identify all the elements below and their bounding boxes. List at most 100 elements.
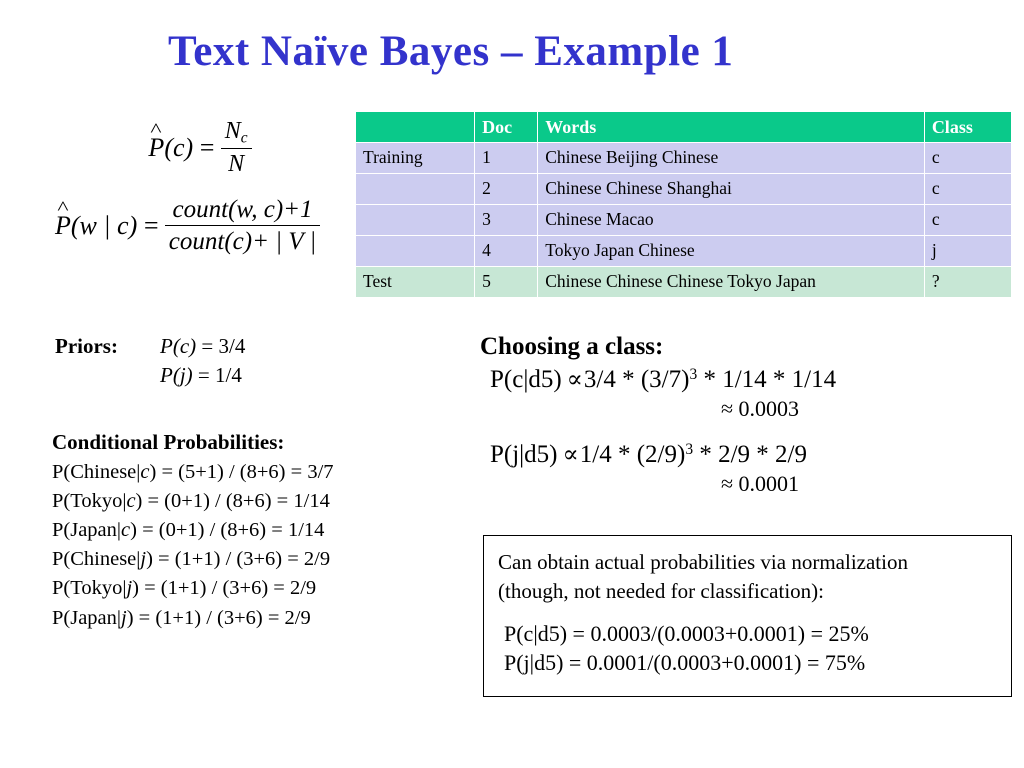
choose-eq-j-approx: ≈ 0.0001 (720, 471, 800, 496)
priors-block: Priors: P(c) = 3/4 P(j) = 1/4 (55, 334, 385, 388)
table-cell-doc: 3 (474, 204, 539, 237)
table-row: Training 1 Chinese Beijing Chinese c (354, 142, 1013, 175)
cond-line-tail: ) = (1+1) / (3+6) = 2/9 (132, 577, 317, 600)
normalization-equation-j: P(j|d5) = 0.0001/(0.0003+0.0001) = 75% (504, 649, 866, 675)
table-cell-label (354, 204, 476, 237)
prior-value-j: P(j) = 1/4 (160, 363, 242, 387)
cond-line-head: P(Japan| (52, 606, 122, 629)
choose-equation-c-line: P(c|d5) ∝3/4 * (3/7)3 * 1/14 * 1/14 (480, 365, 1000, 394)
conditional-probability-line: P(Tokyo|c) = (0+1) / (8+6) = 1/14 (52, 487, 452, 516)
cond-line-tail: ) = (1+1) / (3+6) = 2/9 (126, 606, 311, 629)
table-row: 2 Chinese Chinese Shanghai c (354, 173, 1013, 206)
choose-eq-c-part-b: * 1/14 * 1/14 (697, 366, 837, 393)
table-cell-label: Training (354, 142, 476, 175)
conditional-formula-lhs: P(w | c) (55, 211, 137, 241)
table-head: Doc Words Class (354, 110, 1013, 144)
normalization-box: Can obtain actual probabilities via norm… (483, 535, 1012, 697)
table-cell-doc: 2 (474, 173, 539, 206)
table-body: Training 1 Chinese Beijing Chinese c 2 Chines… (354, 142, 1013, 299)
conditional-probabilities-block: Conditional Probabilities: P(Chinese|c) … (52, 430, 452, 633)
table-row: 3 Chinese Macao c (354, 204, 1013, 237)
p-hat-symbol-2: P (55, 211, 71, 241)
conditional-fraction: count(w, c)+1 count(c)+ | V | (164, 196, 321, 256)
conditional-formula-arg: (w | c) (70, 211, 138, 241)
p-hat-symbol: P (148, 133, 164, 163)
choose-eq-c-lhs: P(c|d5) (490, 366, 562, 393)
conditional-probability-line: P(Tokyo|j) = (1+1) / (3+6) = 2/9 (52, 574, 452, 603)
prior-numerator: Nc (224, 118, 248, 147)
prior-formula: P(c) = Nc N (55, 118, 345, 178)
table-cell-label (354, 235, 476, 268)
conditional-probability-line: P(Chinese|j) = (1+1) / (3+6) = 2/9 (52, 545, 452, 574)
prior-numerator-subscript: c (240, 129, 248, 147)
cond-line-tail: ) = (5+1) / (8+6) = 3/7 (149, 461, 334, 483)
prior-denominator: N (220, 148, 252, 178)
prior-formula-lhs: P(c) (148, 133, 193, 163)
cond-line-head: P(Tokyo| (52, 490, 127, 513)
normalization-text-line-2: (though, not needed for classification): (498, 578, 824, 603)
cond-line-class-symbol: c (126, 490, 136, 513)
table-header-row: Doc Words Class (354, 110, 1013, 144)
page-title: Text Naïve Bayes – Example 1 (168, 28, 734, 75)
table-cell-label (354, 173, 476, 206)
table-cell-class: ? (923, 266, 1013, 299)
table-cell-class: c (923, 173, 1013, 206)
table-header-doc: Doc (474, 110, 539, 144)
choose-eq-j-exponent: 3 (685, 440, 694, 458)
table-cell-words: Chinese Chinese Shanghai (537, 173, 925, 206)
prior-value-c: P(c) = 3/4 (160, 334, 246, 358)
conditional-probabilities-heading: Conditional Probabilities: (52, 430, 285, 454)
conditional-probability-line: P(Japan|j) = (1+1) / (3+6) = 2/9 (52, 604, 452, 633)
choose-eq-j-part-a: 1/4 * (2/9) (579, 441, 686, 468)
cond-line-class-symbol: c (121, 519, 131, 542)
table-cell-words: Chinese Chinese Chinese Tokyo Japan (537, 266, 925, 299)
conditional-formula: P(w | c) = count(w, c)+1 count(c)+ | V | (55, 196, 345, 256)
normalization-text-line-1: Can obtain actual probabilities via norm… (498, 550, 908, 574)
formula-block: P(c) = Nc N P(w | c) = count(w, c)+1 cou… (55, 118, 345, 256)
prior-line-j: P(j) = 1/4 (55, 363, 385, 388)
choose-eq-c-part-a: 3/4 * (3/7) (583, 366, 690, 393)
choose-eq-j-part-b: * 2/9 * 2/9 (693, 441, 807, 468)
cond-line-head: P(Tokyo| (52, 577, 127, 600)
prior-equals-sign: = (198, 133, 216, 163)
normalization-equation-c: P(c|d5) = 0.0003/(0.0003+0.0001) = 25% (504, 620, 869, 646)
choosing-a-class-block: Choosing a class: P(c|d5) ∝3/4 * (3/7)3 *… (480, 333, 1000, 497)
conditional-probability-line: P(Japan|c) = (0+1) / (8+6) = 1/14 (52, 516, 452, 545)
table-cell-class: c (923, 142, 1013, 175)
prior-line-c: Priors: P(c) = 3/4 (55, 334, 385, 359)
cond-line-tail: ) = (0+1) / (8+6) = 1/14 (135, 490, 330, 513)
choose-eq-j-lhs: P(j|d5) (490, 441, 558, 468)
conditional-probabilities-list: P(Chinese|c) = (5+1) / (8+6) = 3/7 P(Toky… (52, 458, 452, 633)
conditional-denominator: count(c)+ | V | (164, 225, 321, 256)
choose-eq-c-approx: ≈ 0.0003 (720, 396, 800, 421)
cond-line-class-symbol: c (140, 461, 150, 483)
proportional-to-icon: ∝ (566, 367, 583, 393)
choosing-a-class-heading: Choosing a class: (480, 333, 664, 360)
priors-label: Priors: (55, 334, 118, 358)
proportional-to-icon-2: ∝ (562, 442, 579, 468)
table-row: Test 5 Chinese Chinese Chinese Tokyo Japan… (354, 266, 1013, 299)
conditional-equals-sign: = (142, 211, 160, 241)
table-cell-words: Chinese Beijing Chinese (537, 142, 925, 175)
cond-line-head: P(Chinese| (52, 461, 141, 483)
table-cell-doc: 5 (474, 266, 539, 299)
table-header-label (354, 110, 476, 144)
conditional-probability-line: P(Chinese|c) = (5+1) / (8+6) = 3/7 (52, 458, 452, 487)
table-cell-class: j (923, 235, 1013, 268)
documents-table: Doc Words Class Training 1 Chinese Beijing… (354, 110, 1013, 299)
cond-line-head: P(Japan| (52, 519, 122, 542)
cond-line-tail: ) = (0+1) / (8+6) = 1/14 (130, 519, 325, 542)
table-cell-label: Test (354, 266, 476, 299)
normalization-equations: P(c|d5) = 0.0003/(0.0003+0.0001) = 25% P… (498, 619, 1011, 677)
table-cell-class: c (923, 204, 1013, 237)
choose-equation-c: P(c|d5) ∝3/4 * (3/7)3 * 1/14 * 1/14 ≈ 0.0… (480, 365, 1000, 422)
prior-fraction: Nc N (220, 118, 252, 178)
table-header-words: Words (537, 110, 925, 144)
table-cell-words: Tokyo Japan Chinese (537, 235, 925, 268)
table-cell-doc: 1 (474, 142, 539, 175)
cond-line-head: P(Chinese| (52, 548, 141, 571)
table-cell-words: Chinese Macao (537, 204, 925, 237)
table-row: 4 Tokyo Japan Chinese j (354, 235, 1013, 268)
table-cell-doc: 4 (474, 235, 539, 268)
conditional-numerator: count(w, c)+1 (172, 196, 313, 224)
